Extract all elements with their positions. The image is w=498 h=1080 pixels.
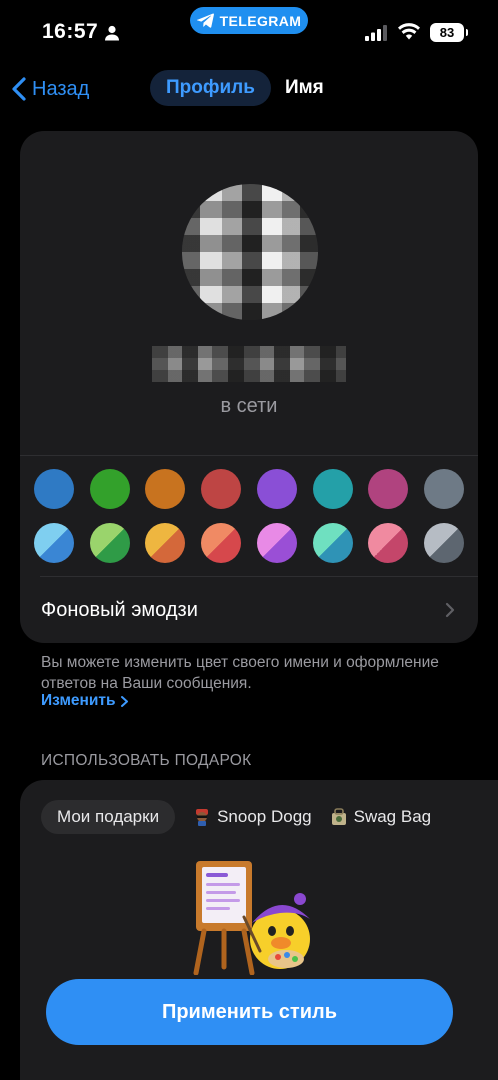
profile-name-redacted: [152, 346, 346, 382]
segmented-control: Профиль Имя: [150, 70, 338, 106]
color-swatch[interactable]: [201, 469, 242, 509]
color-swatch[interactable]: [423, 469, 464, 509]
dual-color-swatch[interactable]: [89, 523, 130, 563]
dual-color-swatch[interactable]: [312, 523, 353, 563]
swag-bag-icon: [331, 808, 346, 825]
background-emoji-row[interactable]: Фоновый эмодзи: [20, 577, 478, 643]
color-swatch[interactable]: [312, 469, 353, 509]
dual-color-swatch[interactable]: [256, 523, 297, 563]
dual-color-swatch[interactable]: [34, 523, 74, 563]
dual-color-swatch[interactable]: [368, 523, 409, 563]
snoop-dogg-icon: [196, 809, 209, 826]
tab-name[interactable]: Имя: [271, 77, 338, 99]
dual-color-swatch[interactable]: [145, 523, 186, 563]
profile-preview-card: в сети Фоновый эмодзи: [20, 131, 478, 643]
color-swatches-row-1: [34, 469, 464, 509]
dual-color-swatch[interactable]: [423, 523, 464, 563]
color-swatch[interactable]: [34, 469, 74, 509]
status-bar: 16:57 TELEGRAM 83: [0, 0, 498, 60]
telegram-icon: [196, 13, 214, 28]
tab-swag-bag[interactable]: Swag Bag: [330, 807, 432, 827]
color-swatch[interactable]: [89, 469, 130, 509]
person-icon: [105, 25, 119, 41]
tab-snoop-dogg[interactable]: Snoop Dogg: [193, 807, 312, 827]
tab-snoop-dogg-label: Snoop Dogg: [217, 807, 312, 826]
change-link[interactable]: Изменить: [41, 692, 129, 710]
dual-color-swatch[interactable]: [201, 523, 242, 563]
divider: [20, 455, 478, 456]
tab-swag-bag-label: Swag Bag: [353, 807, 432, 826]
avatar: [182, 184, 318, 320]
gift-section-title: ИСПОЛЬЗОВАТЬ ПОДАРОК: [41, 752, 252, 769]
telegram-pill[interactable]: TELEGRAM: [190, 7, 308, 34]
apply-style-button[interactable]: Применить стиль: [46, 979, 453, 1045]
wifi-icon: [398, 23, 420, 40]
duck-painter-sticker[interactable]: [186, 855, 316, 975]
tab-my-gifts[interactable]: Мои подарки: [41, 800, 176, 834]
background-emoji-label: Фоновый эмодзи: [41, 598, 198, 621]
gift-tabs: Мои подарки Snoop Dogg Swag Bag: [41, 800, 431, 834]
battery-indicator: 83: [430, 23, 468, 42]
battery-level: 83: [439, 25, 455, 40]
back-button[interactable]: Назад: [8, 72, 89, 106]
clock: 16:57: [42, 20, 99, 43]
color-swatch[interactable]: [256, 469, 297, 509]
app-pill-label: TELEGRAM: [219, 12, 302, 29]
chevron-right-icon: [120, 695, 128, 707]
color-swatch[interactable]: [368, 469, 409, 509]
back-label: Назад: [32, 77, 90, 100]
chevron-right-icon: [445, 602, 455, 618]
chevron-left-icon: [12, 77, 26, 101]
online-status: в сети: [220, 395, 278, 417]
color-swatches-row-2: [34, 523, 464, 563]
color-swatch[interactable]: [145, 469, 186, 509]
tab-profile[interactable]: Профиль: [150, 70, 271, 106]
signal-icon: [365, 25, 387, 41]
change-link-label: Изменить: [41, 692, 116, 709]
hint-text: Вы можете изменить цвет своего имени и о…: [41, 654, 439, 692]
